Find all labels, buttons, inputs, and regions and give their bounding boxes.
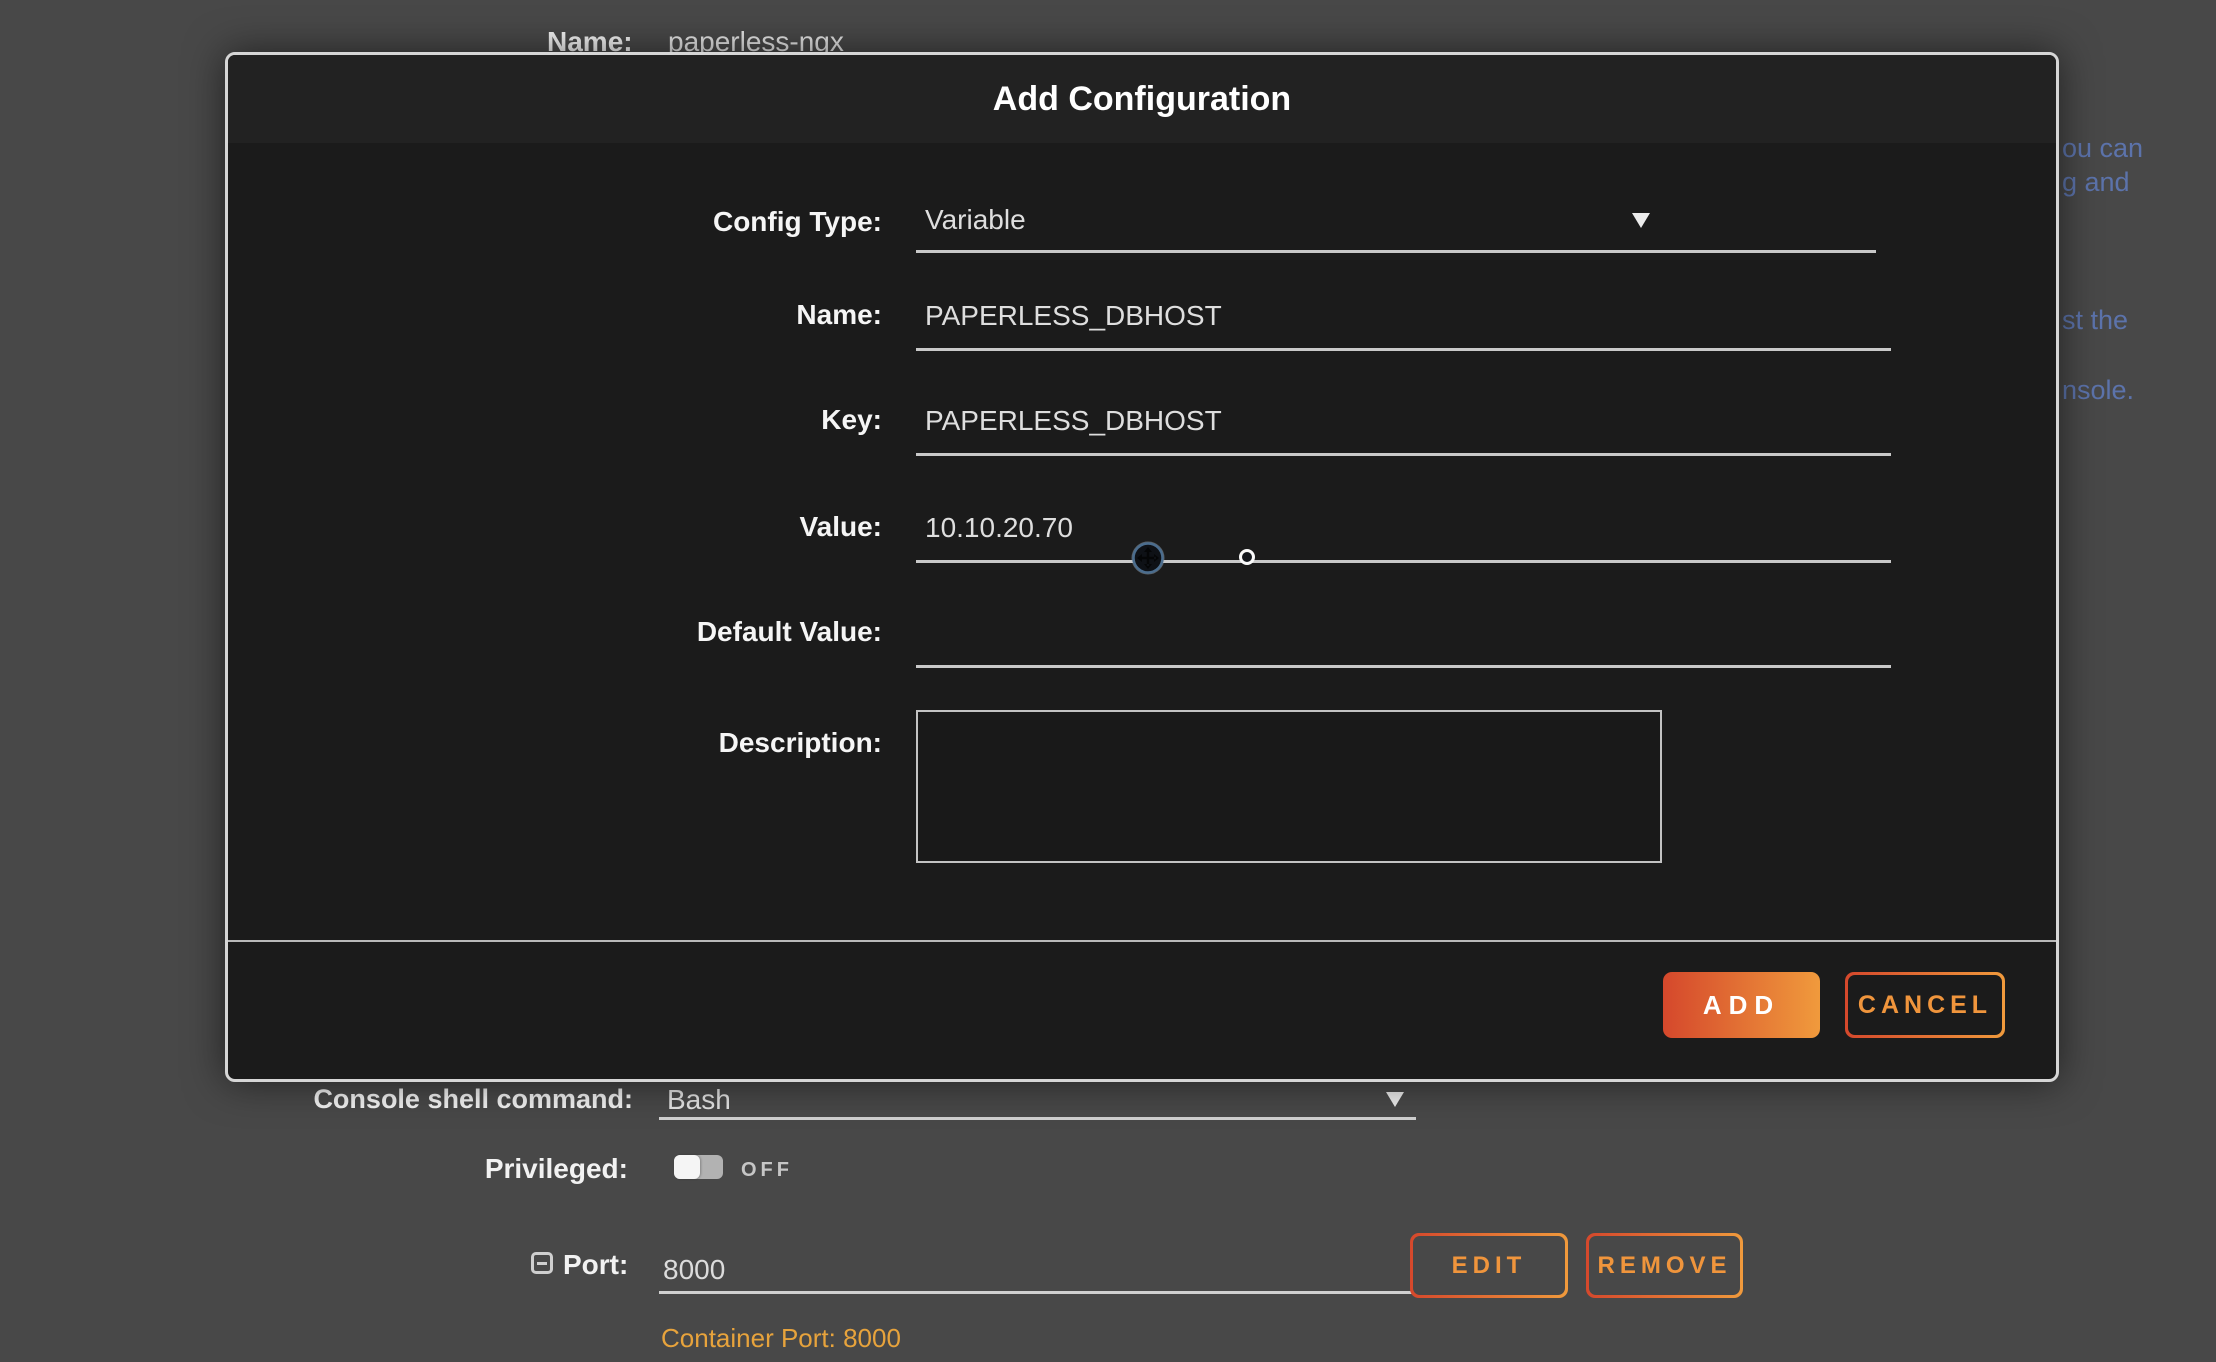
description-label: Description: (288, 726, 882, 760)
modal-header: Add Configuration (228, 55, 2056, 143)
help-text-fragment: ou can (2062, 133, 2143, 163)
privileged-state-text: OFF (741, 1159, 793, 1182)
config-type-select[interactable]: Variable (916, 196, 1876, 253)
chevron-down-icon (1386, 1092, 1404, 1107)
console-shell-label: Console shell command: (200, 1083, 633, 1115)
value-input[interactable] (916, 505, 1891, 563)
name-input[interactable] (916, 293, 1891, 351)
default-value-input[interactable] (916, 610, 1891, 668)
config-type-label: Config Type: (288, 205, 882, 239)
remove-button[interactable]: REMOVE (1586, 1233, 1743, 1298)
privileged-label: Privileged: (200, 1153, 628, 1185)
add-configuration-modal: Add Configuration Config Type: Variable … (225, 52, 2059, 1082)
privileged-toggle[interactable] (674, 1155, 723, 1179)
screen: Name: paperless-ngx ou can g and st the … (0, 0, 2216, 1362)
chevron-down-icon (1632, 213, 1650, 228)
help-text-fragment: nsole. (2062, 375, 2134, 405)
pointer-dot-icon (1239, 549, 1255, 565)
port-input[interactable] (659, 1248, 1413, 1294)
container-port-note: Container Port: 8000 (661, 1323, 901, 1353)
console-shell-value: Bash (667, 1084, 731, 1115)
console-shell-select[interactable]: Bash (659, 1082, 1416, 1120)
help-text-fragment: st the (2062, 305, 2128, 335)
config-type-value: Variable (925, 204, 1026, 235)
key-label: Key: (288, 403, 882, 437)
description-textarea[interactable] (916, 710, 1662, 863)
default-value-label: Default Value: (288, 615, 882, 649)
cancel-button-label: CANCEL (1848, 975, 2002, 1035)
cancel-button[interactable]: CANCEL (1845, 972, 2005, 1038)
collapse-minus-icon[interactable] (531, 1252, 553, 1274)
edit-button-label: EDIT (1413, 1236, 1565, 1295)
key-input[interactable] (916, 398, 1891, 456)
toggle-knob (674, 1155, 700, 1179)
footer-divider (228, 940, 2056, 942)
help-text-fragment: g and (2062, 167, 2130, 197)
name-label: Name: (288, 298, 882, 332)
move-cursor-icon (1131, 541, 1165, 575)
edit-button[interactable]: EDIT (1410, 1233, 1568, 1298)
remove-button-label: REMOVE (1589, 1236, 1740, 1295)
value-label: Value: (288, 510, 882, 544)
modal-title: Add Configuration (228, 55, 2056, 143)
port-label: Port: (563, 1249, 628, 1281)
add-button[interactable]: ADD (1663, 972, 1820, 1038)
